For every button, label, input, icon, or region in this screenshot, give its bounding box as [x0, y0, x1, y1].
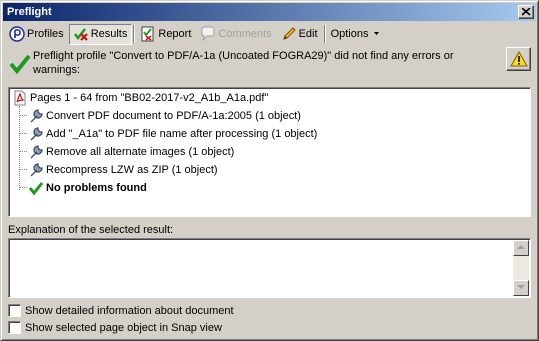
edit-button[interactable]: Edit	[277, 24, 323, 45]
tab-results[interactable]: Results	[68, 23, 133, 45]
tree-connector	[19, 187, 27, 188]
tree-item-label: Convert PDF document to PDF/A-1a:2005 (1…	[46, 110, 301, 122]
wrench-icon	[30, 109, 43, 123]
comments-label: Comments	[218, 28, 272, 40]
tree-connector	[19, 115, 27, 116]
wrench-icon	[30, 163, 43, 177]
options-menu[interactable]: Options	[327, 24, 388, 45]
report-button[interactable]: Report	[136, 24, 196, 45]
detailed-info-option[interactable]: Show detailed information about document	[8, 304, 234, 317]
scroll-down-button[interactable]	[513, 280, 529, 296]
checkmark-icon	[28, 182, 44, 196]
close-button[interactable]	[518, 5, 534, 19]
pencil-icon	[282, 27, 296, 40]
scroll-up-button[interactable]	[513, 240, 529, 256]
tree-item-label: Recompress LZW as ZIP (1 object)	[46, 164, 218, 176]
comments-button[interactable]: Comments	[196, 24, 276, 45]
profiles-icon	[9, 26, 25, 42]
results-icon	[73, 28, 88, 41]
profiles-label: Profiles	[27, 28, 64, 40]
dropdown-arrow-icon	[374, 32, 380, 35]
close-icon	[522, 8, 531, 16]
toolbar-separator	[323, 25, 326, 43]
pdf-document-icon	[14, 90, 26, 106]
wrench-icon	[30, 127, 43, 141]
tree-connector	[19, 151, 27, 152]
snap-view-option[interactable]: Show selected page object in Snap view	[8, 321, 222, 334]
detailed-info-label: Show detailed information about document	[25, 304, 234, 317]
toolbar-separator	[133, 25, 136, 43]
snap-view-label: Show selected page object in Snap view	[25, 321, 222, 334]
detailed-info-checkbox[interactable]	[8, 304, 21, 317]
options-label: Options	[330, 28, 369, 40]
tree-result-label: No problems found	[46, 182, 147, 194]
warning-icon	[510, 51, 528, 67]
tree-item-label: Remove all alternate images (1 object)	[46, 146, 235, 158]
results-tree[interactable]: Pages 1 - 64 from "BB02-2017-v2_A1b_A1a.…	[8, 87, 531, 217]
edit-label: Edit	[298, 28, 318, 40]
explanation-scrollbar[interactable]	[513, 240, 529, 296]
wrench-icon	[30, 145, 43, 159]
summary-message: Preflight profile "Convert to PDF/A-1a (…	[33, 50, 454, 76]
preflight-window: Preflight Profiles Results Report Commen…	[0, 0, 539, 341]
report-icon	[141, 26, 154, 42]
tree-item[interactable]: Add "_A1a" to PDF file name after proces…	[28, 125, 317, 143]
tree-item[interactable]: Remove all alternate images (1 object)	[28, 143, 234, 161]
tree-item[interactable]: Recompress LZW as ZIP (1 object)	[28, 161, 218, 179]
title-bar: Preflight	[3, 3, 536, 21]
report-label: Report	[158, 28, 192, 40]
results-label: Results	[90, 28, 128, 40]
comments-icon	[201, 26, 215, 42]
explanation-label: Explanation of the selected result:	[8, 224, 174, 236]
tree-result-item[interactable]: No problems found	[28, 179, 147, 197]
window-title: Preflight	[7, 6, 52, 18]
toolbar: Profiles Results Report Comments Edit Op…	[5, 23, 536, 45]
snap-view-checkbox[interactable]	[8, 321, 21, 334]
warnings-button[interactable]	[506, 47, 531, 71]
tree-connector	[19, 169, 27, 170]
tree-root-label: Pages 1 - 64 from "BB02-2017-v2_A1b_A1a.…	[30, 92, 269, 104]
tree-item-label: Add "_A1a" to PDF file name after proces…	[46, 128, 318, 140]
tab-profiles[interactable]: Profiles	[5, 24, 69, 45]
tree-connector	[19, 133, 27, 134]
arrow-up-icon	[517, 245, 525, 249]
tree-item[interactable]: Convert PDF document to PDF/A-1a:2005 (1…	[28, 107, 301, 125]
checkmark-icon	[9, 54, 31, 75]
arrow-down-icon	[517, 285, 525, 289]
tree-root-item[interactable]: Pages 1 - 64 from "BB02-2017-v2_A1b_A1a.…	[12, 89, 268, 107]
tree-connector	[19, 106, 20, 190]
explanation-textbox[interactable]	[8, 238, 531, 298]
